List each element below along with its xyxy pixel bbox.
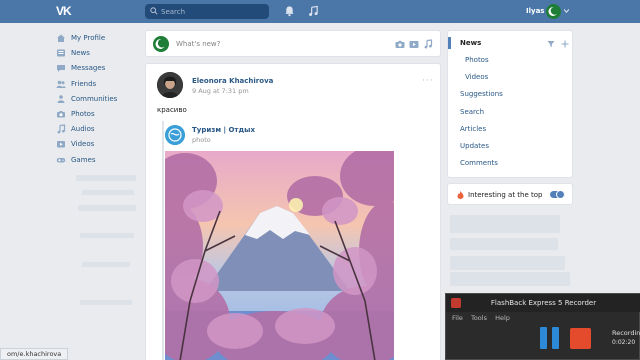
video-icon bbox=[57, 141, 65, 148]
recording-label: Recordings bbox=[612, 329, 640, 337]
search-input[interactable] bbox=[161, 5, 261, 18]
recorder-menu-bar: File Tools Help bbox=[452, 314, 516, 322]
music-icon bbox=[57, 124, 66, 134]
flashback-recorder-window: FlashBack Express 5 Recorder File Tools … bbox=[445, 293, 640, 360]
news-filter-menu: News Photos Videos Suggestions Search Ar… bbox=[447, 30, 573, 178]
recorder-title-bar[interactable]: FlashBack Express 5 Recorder bbox=[446, 294, 640, 312]
camera-icon bbox=[57, 110, 65, 118]
music-icon[interactable] bbox=[423, 39, 433, 49]
sidebar-item-games[interactable]: Games bbox=[56, 154, 146, 169]
sidebar-item-label: My Profile bbox=[71, 34, 106, 42]
camera-icon[interactable] bbox=[395, 39, 405, 49]
avatar bbox=[153, 36, 169, 52]
menu-item-comments[interactable]: Comments bbox=[460, 159, 498, 167]
menu-tools[interactable]: Tools bbox=[471, 314, 487, 322]
communities-icon bbox=[57, 94, 65, 103]
gamepad-icon bbox=[56, 157, 66, 162]
sidebar-item-label: Photos bbox=[71, 109, 95, 118]
sidebar-item-my-profile[interactable]: My Profile bbox=[56, 32, 146, 47]
menu-item-search[interactable]: Search bbox=[460, 108, 484, 116]
chevron-down-icon[interactable] bbox=[564, 9, 569, 13]
username[interactable]: Ilyas bbox=[526, 7, 544, 15]
more-options-icon[interactable]: ··· bbox=[422, 76, 434, 86]
left-sidebar: My Profile News Messages Friends Communi… bbox=[56, 32, 146, 169]
menu-item-videos[interactable]: Videos bbox=[465, 73, 488, 81]
menu-item-news[interactable]: News bbox=[460, 39, 481, 47]
news-post: Eleonora Khachirova 9 Aug at 7:31 pm ···… bbox=[145, 63, 441, 360]
menu-item-updates[interactable]: Updates bbox=[460, 142, 489, 150]
bell-icon[interactable] bbox=[284, 5, 295, 17]
news-icon bbox=[57, 49, 65, 57]
filter-icon[interactable] bbox=[547, 40, 555, 48]
search-icon bbox=[150, 7, 158, 15]
sidebar-item-label: Messages bbox=[71, 64, 106, 73]
avatar[interactable] bbox=[546, 4, 561, 19]
post-composer[interactable]: What's new? bbox=[145, 30, 441, 57]
sidebar-item-communities[interactable]: Communities bbox=[56, 93, 146, 108]
stop-button[interactable] bbox=[570, 328, 591, 349]
sidebar-item-label: Videos bbox=[71, 140, 95, 149]
repost-avatar[interactable] bbox=[165, 125, 185, 145]
person-photo-icon bbox=[157, 72, 183, 98]
menu-item-suggestions[interactable]: Suggestions bbox=[460, 90, 503, 98]
interesting-toggle-box: Interesting at the top bbox=[447, 183, 573, 205]
mountain-sakura-image bbox=[165, 151, 394, 360]
recording-time: 0:02:20 bbox=[612, 339, 636, 346]
post-date[interactable]: 9 Aug at 7:31 pm bbox=[192, 87, 249, 95]
repost-source-name[interactable]: Туризм | Отдых bbox=[192, 126, 255, 134]
plus-icon[interactable] bbox=[561, 40, 569, 48]
sidebar-item-messages[interactable]: Messages bbox=[56, 62, 146, 77]
sidebar-item-label: Games bbox=[71, 155, 96, 164]
sidebar-item-label: News bbox=[71, 49, 90, 58]
composer-placeholder[interactable]: What's new? bbox=[176, 40, 220, 48]
music-icon[interactable] bbox=[308, 5, 319, 17]
active-indicator bbox=[448, 37, 451, 49]
post-photo[interactable] bbox=[165, 151, 394, 360]
top-bar: VK Ilyas bbox=[0, 0, 640, 23]
sidebar-item-videos[interactable]: Videos bbox=[56, 138, 146, 153]
post-text: красиво bbox=[157, 106, 187, 114]
sidebar-item-news[interactable]: News bbox=[56, 47, 146, 62]
sidebar-item-audios[interactable]: Audios bbox=[56, 123, 146, 138]
pause-button[interactable] bbox=[540, 327, 560, 349]
globe-icon bbox=[165, 125, 185, 145]
interesting-label: Interesting at the top bbox=[468, 191, 543, 199]
toggle-knob bbox=[556, 190, 565, 199]
video-icon[interactable] bbox=[409, 39, 419, 49]
menu-file[interactable]: File bbox=[452, 314, 463, 322]
menu-help[interactable]: Help bbox=[495, 314, 510, 322]
crescent-avatar-icon bbox=[155, 38, 167, 49]
sidebar-item-label: Friends bbox=[71, 79, 97, 88]
crescent-avatar-icon bbox=[548, 6, 559, 16]
home-icon bbox=[57, 34, 65, 42]
sidebar-item-label: Audios bbox=[71, 125, 95, 134]
messages-icon bbox=[57, 65, 65, 73]
friends-icon bbox=[56, 80, 66, 88]
vk-logo[interactable]: VK bbox=[56, 4, 74, 18]
repost-subtitle: photo bbox=[192, 136, 211, 144]
menu-item-photos[interactable]: Photos bbox=[465, 56, 489, 64]
sidebar-item-photos[interactable]: Photos bbox=[56, 108, 146, 123]
repost-divider bbox=[162, 121, 164, 360]
search-box[interactable] bbox=[145, 4, 269, 19]
menu-item-articles[interactable]: Articles bbox=[460, 125, 486, 133]
author-avatar[interactable] bbox=[157, 72, 183, 98]
recorder-title: FlashBack Express 5 Recorder bbox=[490, 299, 597, 307]
browser-status-url: om/e.khachirova bbox=[0, 348, 69, 360]
sidebar-item-label: Communities bbox=[71, 94, 118, 103]
post-author[interactable]: Eleonora Khachirova bbox=[192, 77, 273, 85]
interesting-toggle[interactable] bbox=[550, 190, 565, 199]
fire-icon bbox=[457, 191, 464, 199]
sidebar-item-friends[interactable]: Friends bbox=[56, 78, 146, 93]
